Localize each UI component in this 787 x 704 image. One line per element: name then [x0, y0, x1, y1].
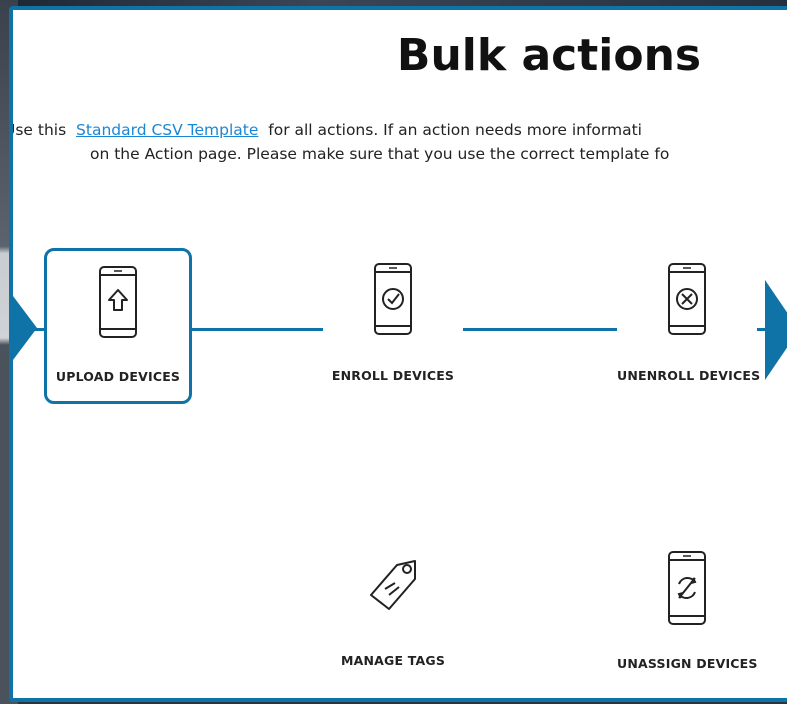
action-label: UNASSIGN DEVICES: [617, 656, 758, 671]
action-label: UPLOAD DEVICES: [55, 369, 181, 384]
desc-suffix: for all actions. If an action needs more…: [268, 121, 642, 139]
flow-chevron-left: [13, 280, 37, 376]
modal-title: Bulk actions: [396, 30, 702, 81]
tag-icon: [370, 560, 416, 610]
bulk-actions-modal: Bulk actions Use this Standard CSV Templ…: [9, 6, 787, 702]
action-upload-devices[interactable]: UPLOAD DEVICES: [44, 248, 192, 404]
desc-line-2: on the Action page. Please make sure tha…: [90, 145, 670, 163]
flow-chevron-right: [765, 280, 787, 380]
phone-x-icon: [668, 263, 706, 335]
action-label: ENROLL DEVICES: [331, 368, 455, 383]
phone-unassign-icon: [668, 551, 706, 625]
action-label: UNENROLL DEVICES: [617, 368, 761, 383]
action-unenroll-devices[interactable]: UNENROLL DEVICES: [617, 262, 761, 402]
phone-upload-icon: [99, 266, 137, 338]
action-enroll-devices[interactable]: ENROLL DEVICES: [323, 262, 463, 402]
action-manage-tags[interactable]: MANAGE TAGS: [323, 555, 463, 685]
phone-check-icon: [374, 263, 412, 335]
desc-prefix: Use this: [9, 121, 67, 139]
action-unassign-devices[interactable]: UNASSIGN DEVICES: [617, 550, 757, 685]
action-label: MANAGE TAGS: [340, 653, 446, 668]
standard-csv-template-link[interactable]: Standard CSV Template: [76, 121, 258, 139]
